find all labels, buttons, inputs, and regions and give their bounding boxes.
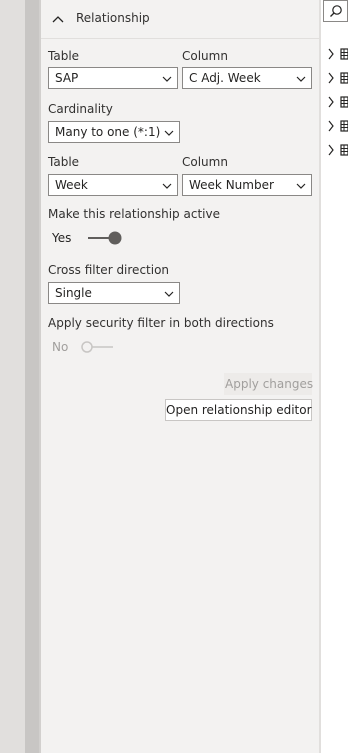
security-label: Apply security filter in both directions: [48, 316, 274, 330]
section-title: Relationship: [76, 11, 150, 25]
from-table-label: Table: [48, 49, 80, 63]
fields-tree-item[interactable]: [328, 95, 348, 109]
from-column-dropdown[interactable]: C Adj. Week: [182, 67, 312, 89]
chevron-up-icon[interactable]: [51, 12, 65, 26]
cross-filter-dropdown[interactable]: Single: [48, 282, 180, 304]
open-relationship-editor-button[interactable]: Open relationship editor: [165, 399, 312, 421]
to-table-dropdown[interactable]: Week: [48, 174, 178, 196]
table-icon: [328, 96, 348, 108]
fields-pane: [321, 0, 348, 753]
search-icon: [330, 5, 342, 17]
to-column-dropdown[interactable]: Week Number: [182, 174, 312, 196]
security-state-text: No: [52, 340, 69, 354]
left-panel-scrollbar[interactable]: [25, 0, 39, 753]
active-state-text: Yes: [52, 231, 72, 245]
security-toggle[interactable]: [79, 340, 115, 354]
cross-filter-value: Single: [55, 286, 92, 300]
chevron-down-icon: [296, 183, 306, 189]
fields-tree-item[interactable]: [328, 47, 348, 61]
cardinality-value: Many to one (*:1): [55, 125, 161, 139]
from-table-dropdown[interactable]: SAP: [48, 67, 178, 89]
chevron-down-icon: [164, 291, 174, 297]
apply-changes-button[interactable]: Apply changes: [224, 373, 313, 395]
relationship-section-header[interactable]: Relationship: [41, 0, 319, 39]
to-table-value: Week: [55, 178, 88, 192]
chevron-down-icon: [296, 76, 306, 82]
from-column-label: Column: [182, 49, 228, 63]
fields-tree-item[interactable]: [328, 119, 348, 133]
table-icon: [328, 48, 348, 60]
from-column-value: C Adj. Week: [189, 71, 261, 85]
cross-filter-label: Cross filter direction: [48, 263, 170, 277]
table-icon: [328, 144, 348, 156]
table-icon: [328, 120, 348, 132]
fields-tree-item[interactable]: [328, 71, 348, 85]
properties-panel: Relationship Table Column SAP C Adj. Wee…: [41, 0, 319, 753]
chevron-down-icon: [162, 76, 172, 82]
to-column-value: Week Number: [189, 178, 274, 192]
cardinality-label: Cardinality: [48, 102, 113, 116]
active-label: Make this relationship active: [48, 207, 220, 221]
left-panel-background: [0, 0, 25, 753]
to-table-label: Table: [48, 155, 80, 169]
from-table-value: SAP: [55, 71, 79, 85]
active-toggle[interactable]: [87, 231, 123, 245]
cardinality-dropdown[interactable]: Many to one (*:1): [48, 121, 180, 143]
fields-search-box[interactable]: [323, 0, 348, 22]
chevron-down-icon: [162, 183, 172, 189]
chevron-down-icon: [164, 130, 174, 136]
table-icon: [328, 72, 348, 84]
fields-tree-item[interactable]: [328, 143, 348, 157]
to-column-label: Column: [182, 155, 228, 169]
